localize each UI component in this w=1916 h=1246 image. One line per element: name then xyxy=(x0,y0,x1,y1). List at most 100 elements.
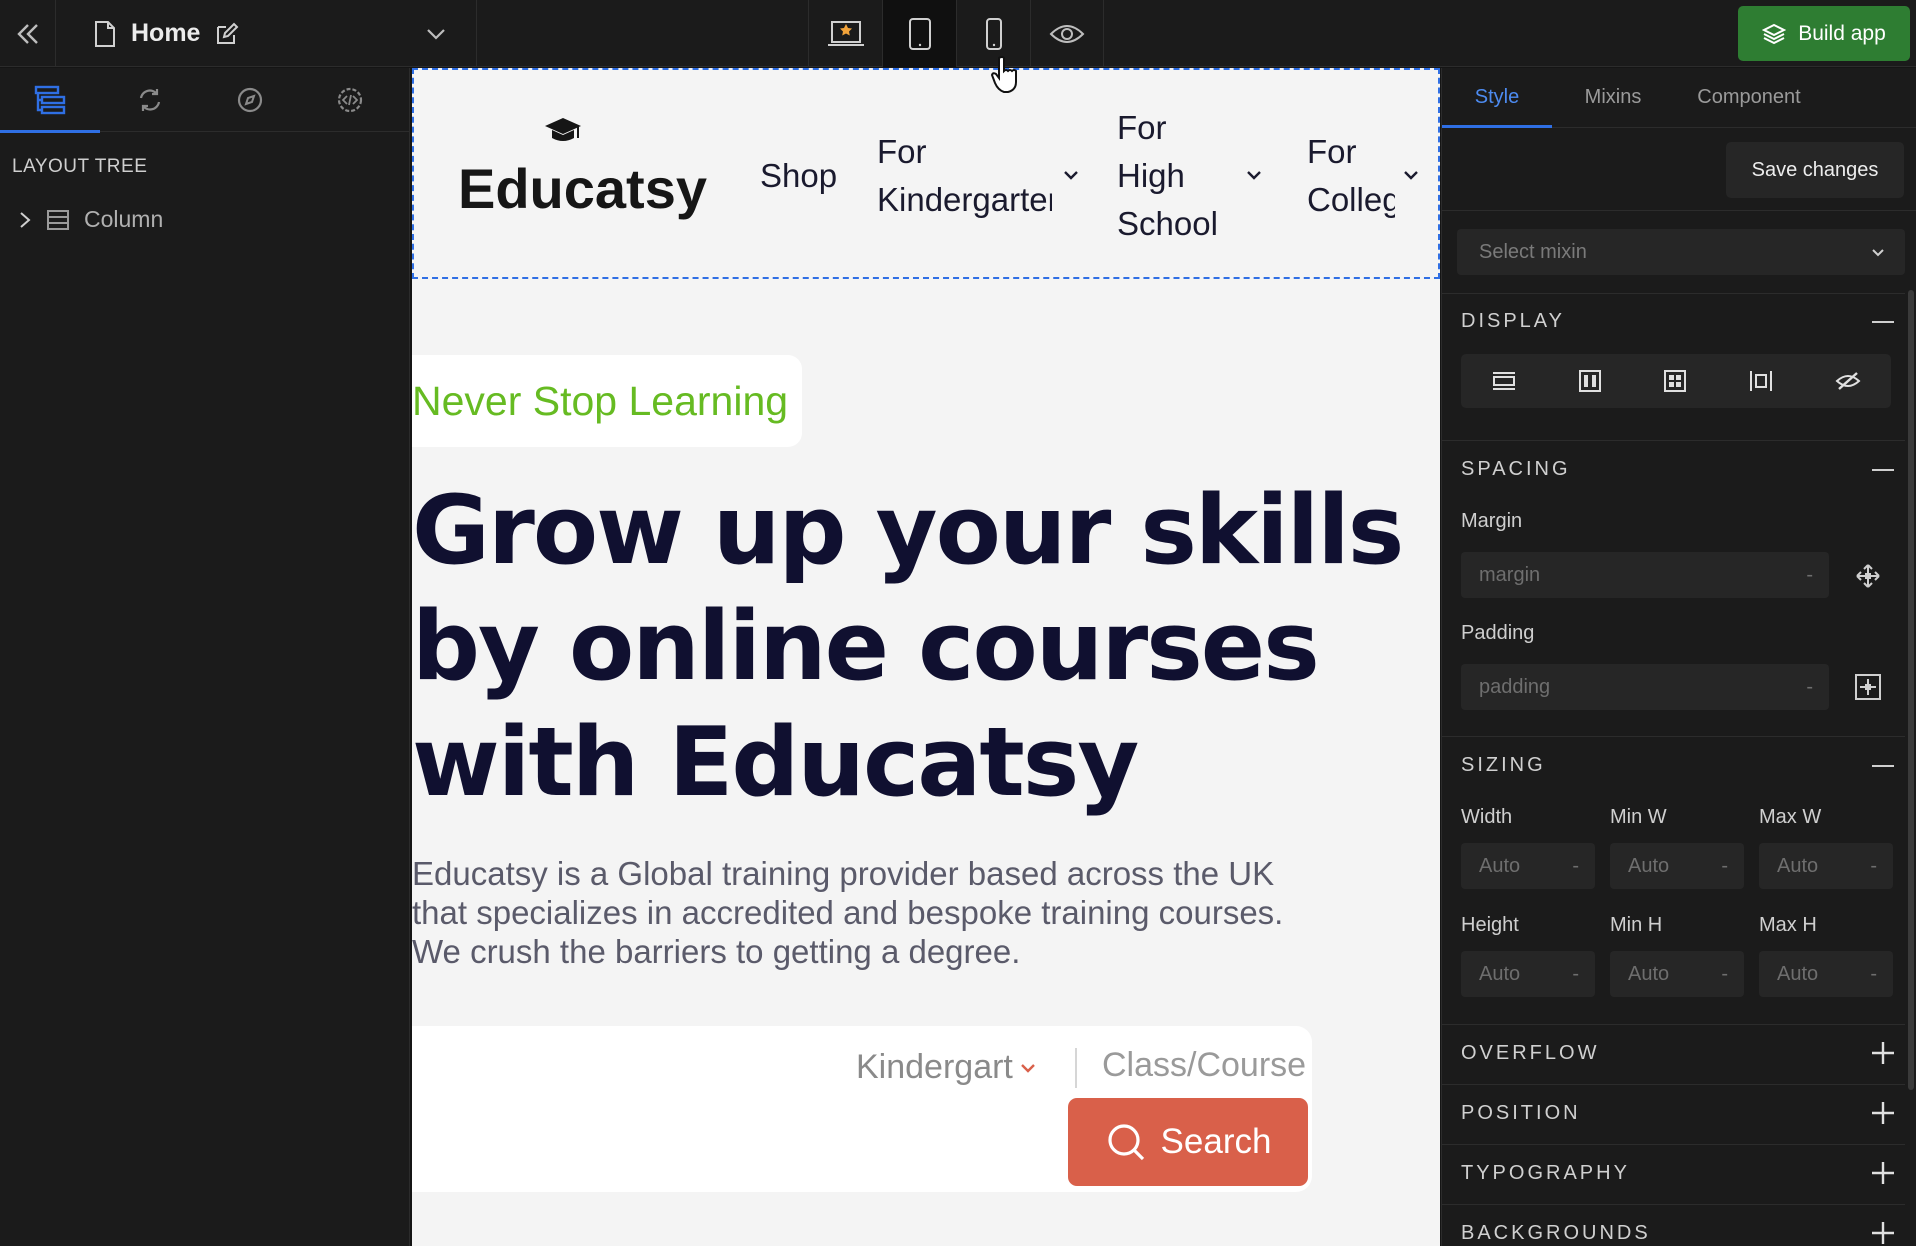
tablet-icon xyxy=(908,17,931,50)
nav-high-school[interactable]: For High School xyxy=(1117,104,1218,248)
min-height-unit-dash: - xyxy=(1721,963,1728,985)
display-flex-icon[interactable] xyxy=(1578,369,1602,393)
nav-shop[interactable]: Shop xyxy=(760,152,837,200)
section-spacing-title: SPACING xyxy=(1461,458,1571,480)
section-backgrounds-title[interactable]: BACKGROUNDS xyxy=(1461,1222,1651,1245)
left-panel-tabs xyxy=(0,68,409,133)
search-button[interactable]: Search xyxy=(1068,1098,1308,1186)
right-panel: Style Mixins Component Save changes Sele… xyxy=(1441,68,1916,1246)
divider xyxy=(1442,1024,1905,1025)
tab-style[interactable]: Style xyxy=(1442,68,1552,128)
eye-icon xyxy=(1049,24,1085,43)
hero-line-2: by online courses xyxy=(412,592,1320,702)
nav-college-line2: College xyxy=(1307,181,1395,218)
design-canvas[interactable]: Educatsy Shop For Kindergarten For High … xyxy=(412,68,1440,1246)
hand-cursor-icon xyxy=(990,56,1017,93)
search-button-label: Search xyxy=(1160,1122,1272,1161)
nav-kindergarten-line2: Kindergarten xyxy=(877,181,1052,218)
min-width-input[interactable]: Auto - xyxy=(1610,843,1744,889)
mixin-select-placeholder: Select mixin xyxy=(1479,240,1587,263)
section-typography-title[interactable]: TYPOGRAPHY xyxy=(1461,1162,1630,1185)
edit-icon[interactable] xyxy=(214,21,240,47)
divider xyxy=(1442,440,1905,441)
chevron-down-icon xyxy=(1872,249,1884,257)
chevron-down-icon[interactable] xyxy=(1401,168,1421,184)
nav-college[interactable]: For College xyxy=(1307,128,1395,224)
height-value: Auto xyxy=(1479,962,1521,985)
section-position-title[interactable]: POSITION xyxy=(1461,1102,1581,1125)
expand-section-icon[interactable] xyxy=(1872,1042,1894,1064)
padding-box-icon[interactable] xyxy=(1854,673,1882,701)
tab-mixins[interactable]: Mixins xyxy=(1552,68,1674,127)
expand-section-icon[interactable] xyxy=(1872,1222,1894,1244)
section-sizing-title: SIZING xyxy=(1461,754,1546,776)
display-grid-icon[interactable] xyxy=(1663,369,1687,393)
nav-kindergarten[interactable]: For Kindergarten xyxy=(877,128,1052,224)
max-width-label: Max W xyxy=(1759,806,1822,828)
height-unit-dash: - xyxy=(1572,963,1579,985)
hero-line-1: Grow up your skills xyxy=(412,476,1404,586)
min-width-unit-dash: - xyxy=(1721,855,1728,877)
expand-section-icon[interactable] xyxy=(1872,1102,1894,1124)
width-input[interactable]: Auto - xyxy=(1461,843,1595,889)
layers-icon xyxy=(1762,23,1787,44)
device-switcher xyxy=(808,0,1104,67)
max-width-input[interactable]: Auto - xyxy=(1759,843,1893,889)
tab-layout-tree[interactable] xyxy=(0,68,100,133)
brand-logo[interactable]: Educatsy xyxy=(458,114,707,217)
chevron-down-icon[interactable] xyxy=(1061,168,1081,184)
max-width-unit-dash: - xyxy=(1870,855,1877,877)
tab-component[interactable]: Component xyxy=(1674,68,1824,127)
chevron-down-icon[interactable] xyxy=(424,22,448,46)
max-height-value: Auto xyxy=(1777,962,1819,985)
hero-line-3: with Educatsy xyxy=(412,708,1139,818)
chevron-right-icon[interactable] xyxy=(18,210,32,230)
min-height-input[interactable]: Auto - xyxy=(1610,951,1744,997)
width-label: Width xyxy=(1461,806,1513,828)
level-dropdown[interactable]: Kindergart xyxy=(856,1048,1037,1087)
divider xyxy=(1442,293,1905,294)
chevron-down-icon[interactable] xyxy=(1244,168,1264,184)
display-inline-block-icon[interactable] xyxy=(1748,369,1774,393)
height-input[interactable]: Auto - xyxy=(1461,951,1595,997)
column-layout-icon xyxy=(47,209,69,230)
tree-item-column[interactable]: Column xyxy=(0,206,409,233)
hero-description: Educatsy is a Global training provider b… xyxy=(412,855,1284,970)
tab-code[interactable] xyxy=(300,68,400,132)
build-app-button[interactable]: Build app xyxy=(1738,6,1910,61)
section-overflow-title[interactable]: OVERFLOW xyxy=(1461,1042,1599,1065)
class-course-input[interactable]: Class/Course xyxy=(1102,1046,1306,1085)
padding-input[interactable]: padding - xyxy=(1461,664,1829,710)
top-bar: Home Build app xyxy=(0,0,1916,67)
laptop-icon xyxy=(827,20,864,46)
collapse-section-icon[interactable] xyxy=(1872,320,1894,324)
move-arrows-icon[interactable] xyxy=(1854,562,1882,590)
tab-navigator[interactable] xyxy=(200,68,300,132)
desktop-view-button[interactable] xyxy=(808,0,882,67)
layers-tree-icon xyxy=(34,85,66,115)
panel-scrollbar[interactable] xyxy=(1908,290,1914,1090)
collapse-section-icon[interactable] xyxy=(1872,468,1894,472)
margin-input[interactable]: margin - xyxy=(1461,552,1829,598)
tab-sync[interactable] xyxy=(100,68,200,132)
padding-unit-dash: - xyxy=(1806,676,1813,698)
search-icon xyxy=(1107,1124,1144,1161)
compass-icon xyxy=(237,87,263,113)
site-navbar[interactable]: Educatsy Shop For Kindergarten For High … xyxy=(412,68,1440,279)
nav-high-school-line3: School xyxy=(1117,205,1218,242)
collapse-section-icon[interactable] xyxy=(1872,764,1894,768)
nav-high-school-line1: For xyxy=(1117,109,1167,146)
collapse-back-button[interactable] xyxy=(0,0,56,67)
display-none-icon[interactable] xyxy=(1835,369,1861,393)
divider xyxy=(1442,210,1916,211)
preview-button[interactable] xyxy=(1030,0,1104,67)
save-changes-button[interactable]: Save changes xyxy=(1726,142,1904,198)
build-app-label: Build app xyxy=(1798,21,1886,45)
mixin-select[interactable]: Select mixin xyxy=(1457,229,1905,275)
tablet-view-button[interactable] xyxy=(882,0,956,67)
expand-section-icon[interactable] xyxy=(1872,1162,1894,1184)
graduation-cap-icon xyxy=(545,118,581,141)
max-height-input[interactable]: Auto - xyxy=(1759,951,1893,997)
page-selector[interactable]: Home xyxy=(57,0,477,67)
display-block-icon[interactable] xyxy=(1491,370,1517,392)
